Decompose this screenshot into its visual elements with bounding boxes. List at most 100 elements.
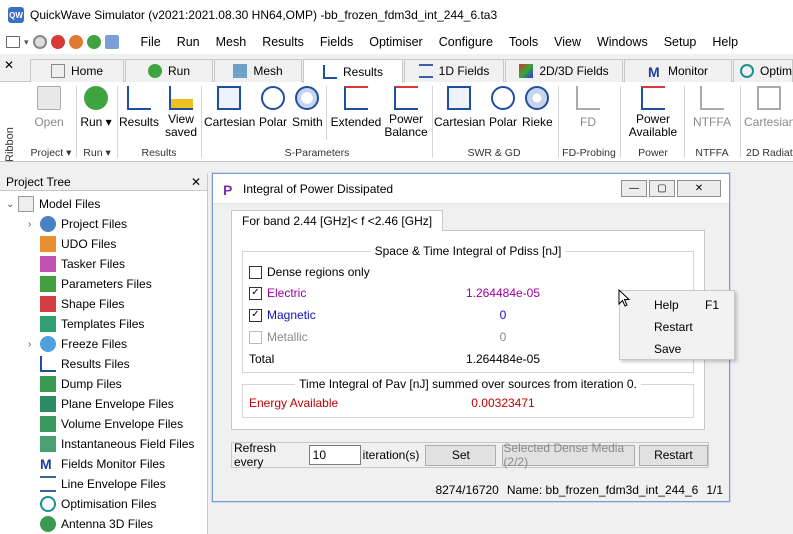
polar-button[interactable]: Polar [258,86,288,129]
refresh-bar: Refresh every 10 iteration(s) Set Select… [231,441,709,469]
band-tab[interactable]: For band 2.44 [GHz]< f <2.46 [GHz] [231,210,444,231]
maximize-button[interactable]: ▢ [649,180,675,197]
stop-icon[interactable] [32,35,47,49]
tree-item-instantaneous-field-files[interactable]: Instantaneous Field Files [28,434,194,454]
tab-2d3d-fields-label: 2D/3D Fields [539,64,609,78]
time-integral-group-title: Time Integral of Pav [nJ] summed over so… [295,377,641,391]
total-value: 1.264484e-05 [465,352,541,366]
tree-item-templates-files[interactable]: Templates Files [28,314,144,334]
context-menu-help[interactable]: Help F1 [620,294,736,316]
dropdown-arrow-icon[interactable]: ▾ [24,37,29,48]
menu-tools[interactable]: Tools [501,35,546,49]
radiation-cartesian-button[interactable]: Cartesian [744,86,793,129]
magnetic-checkbox-row[interactable]: ✓ Magnetic [249,305,316,325]
tree-item-optimisation-files[interactable]: Optimisation Files [28,494,156,514]
ribbon-tab-bar: ✕ Home Run Mesh Results 1D Fields 2D/3D … [0,56,793,83]
tool-icon[interactable] [104,35,119,49]
menu-windows[interactable]: Windows [589,35,656,49]
tab-monitor[interactable]: M Monitor [624,59,732,82]
menu-fields[interactable]: Fields [312,35,361,49]
tree-item-parameters-files[interactable]: Parameters Files [28,274,152,294]
close-button[interactable]: ✕ [677,180,721,197]
open-button[interactable]: Open [32,86,66,129]
smith-button[interactable]: Smith [292,86,323,129]
set-button[interactable]: Set [425,444,497,466]
tree-item-label: Dump Files [61,377,122,391]
fd-button[interactable]: FD [570,86,606,129]
ribbon-close-icon[interactable]: ✕ [4,58,14,72]
tree-item-dump-files[interactable]: Dump Files [28,374,122,394]
menu-setup[interactable]: Setup [656,35,705,49]
menu-help[interactable]: Help [704,35,746,49]
polar-label: Polar [258,115,287,129]
tree-item-line-envelope-files[interactable]: Line Envelope Files [28,474,166,494]
swr-cartesian-label: Cartesian [434,115,486,129]
expand-chevron-icon[interactable]: › [28,339,40,350]
ntffa-label: NTFFA [693,115,731,129]
menu-file[interactable]: File [133,35,169,49]
context-menu-save[interactable]: Save [620,338,736,360]
run-button[interactable]: Run ▾ [80,86,112,129]
tab-mesh[interactable]: Mesh [214,59,302,82]
project-tree-title: Project Tree [6,174,71,189]
play-icon [84,86,108,110]
dialog-title: Integral of Power Dissipated [243,181,394,196]
cartesian-icon [217,86,241,110]
swr-cartesian-button[interactable]: Cartesian [434,86,486,129]
refresh-interval-input[interactable]: 10 [308,445,361,465]
tab-results[interactable]: Results [303,59,403,83]
rieke-button[interactable]: Rieke [522,86,553,129]
dense-regions-checkbox[interactable] [249,265,262,279]
results-button[interactable]: Results [119,86,159,129]
menu-results[interactable]: Results [254,35,312,49]
ntffa-button[interactable]: NTFFA [690,86,734,129]
tree-item-results-files[interactable]: Results Files [28,354,130,374]
collapse-chevron-icon[interactable]: ⌄ [6,199,18,210]
power-available-label-2: Available [628,125,678,139]
tab-1d-fields[interactable]: 1D Fields [404,59,504,82]
view-saved-button[interactable]: View saved [163,86,199,139]
tab-2d3d-fields[interactable]: 2D/3D Fields [505,59,623,82]
context-menu-restart[interactable]: Restart [620,316,736,338]
play-icon[interactable] [86,35,101,49]
tab-results-label: Results [342,64,383,79]
cartesian-button[interactable]: Cartesian [204,86,255,129]
menu-run[interactable]: Run [169,35,208,49]
menu-configure[interactable]: Configure [431,35,501,49]
minimize-button[interactable]: — [621,180,647,197]
tree-item-plane-envelope-files[interactable]: Plane Envelope Files [28,394,174,414]
project-tree-close-icon[interactable]: ✕ [191,175,201,189]
restart-button[interactable]: Restart [638,444,708,466]
menu-mesh[interactable]: Mesh [208,35,255,49]
tree-item-freeze-files[interactable]: › Freeze Files [28,334,127,354]
electric-checkbox-row[interactable]: ✓ Electric [249,283,306,303]
dense-regions-checkbox-row[interactable]: Dense regions only [249,262,370,282]
record-icon[interactable] [50,35,65,49]
pause-icon[interactable] [68,35,83,49]
extended-button[interactable]: Extended [330,86,382,129]
expand-chevron-icon[interactable]: › [28,219,40,230]
menu-optimiser[interactable]: Optimiser [361,35,430,49]
tree-item-antenna-3d-files[interactable]: Antenna 3D Files [28,514,153,534]
tree-item-model-files[interactable]: ⌄ Model Files [6,194,100,214]
tree-item-volume-envelope-files[interactable]: Volume Envelope Files [28,414,183,434]
tab-mesh-label: Mesh [253,64,283,78]
tab-home[interactable]: Home [30,59,124,82]
document-icon[interactable] [6,36,20,48]
electric-checkbox[interactable]: ✓ [249,286,262,300]
group-power-label: Power [638,147,668,159]
tree-item-fields-monitor-files[interactable]: M Fields Monitor Files [28,454,165,474]
run-label: Run [80,115,103,129]
menu-view[interactable]: View [546,35,589,49]
optimisation-icon [40,496,56,512]
power-available-button[interactable]: Power Available [626,86,680,139]
tree-item-tasker-files[interactable]: Tasker Files [28,254,125,274]
tab-optim[interactable]: Optim [733,59,793,82]
tree-item-shape-files[interactable]: Shape Files [28,294,124,314]
tab-run[interactable]: Run [125,59,213,82]
tree-item-udo-files[interactable]: UDO Files [28,234,116,254]
magnetic-checkbox[interactable]: ✓ [249,308,262,322]
swr-polar-button[interactable]: Polar [488,86,518,129]
power-balance-button[interactable]: Power Balance [384,86,428,139]
tree-item-project-files[interactable]: › Project Files [28,214,127,234]
